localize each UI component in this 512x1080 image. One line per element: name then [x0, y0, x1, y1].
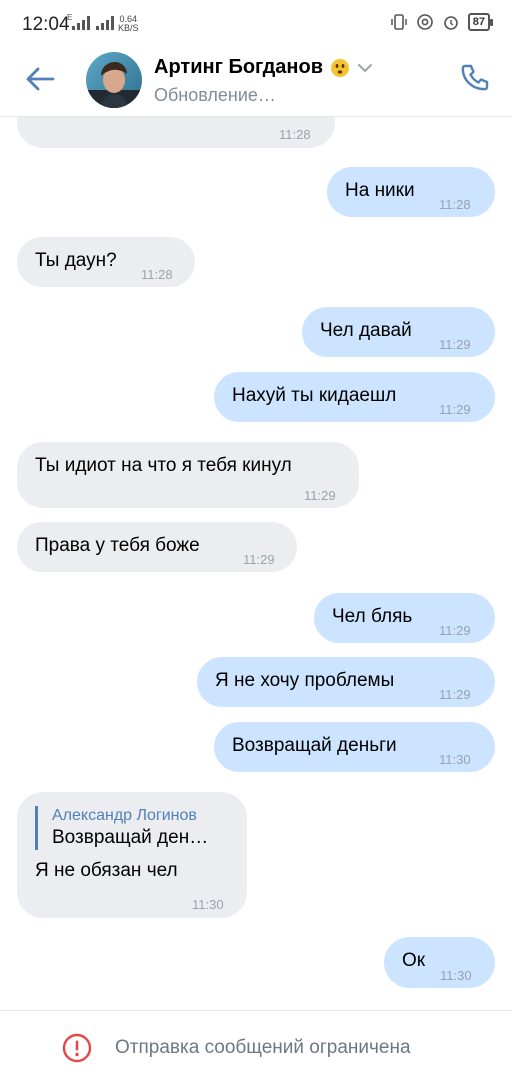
message-bubble-outgoing[interactable]: Ок 11:30: [384, 937, 495, 988]
message-time: 11:30: [439, 752, 471, 767]
message-bubble-incoming[interactable]: Ты даун? 11:28: [17, 237, 195, 287]
message-time: 11:29: [439, 402, 471, 417]
exclamation-circle-icon: [62, 1033, 92, 1063]
message-time: 11:29: [243, 552, 275, 567]
message-text: Чел бляь: [332, 606, 413, 627]
message-time: 11:30: [192, 897, 224, 912]
message-feed[interactable]: 11:28 На ники 11:28 Ты даун? 11:28 Чел д…: [0, 117, 512, 1010]
contact-name: Артинг Богданов: [154, 56, 324, 78]
vibrate-icon: [390, 13, 408, 31]
message-text: Возвращай деньги: [232, 735, 397, 756]
signal-icon: [96, 16, 114, 30]
message-text: Я не обязан чел: [35, 860, 178, 881]
message-bubble-outgoing[interactable]: На ники 11:28: [327, 167, 495, 217]
status-time: 12:04: [22, 14, 70, 35]
message-text: Ты даун?: [35, 250, 117, 271]
battery-icon: 87: [467, 13, 494, 31]
message-bubble-outgoing[interactable]: Возвращай деньги 11:30: [214, 722, 495, 772]
message-time: 11:28: [439, 197, 471, 212]
message-bubble-outgoing[interactable]: Чел бляь 11:29: [314, 593, 495, 643]
back-arrow-icon: [26, 67, 55, 91]
message-text: Права у тебя боже: [35, 535, 200, 556]
message-bubble-incoming[interactable]: Ты идиот на что я тебя кинул 11:29: [17, 442, 359, 508]
message-time: 11:30: [440, 968, 472, 983]
message-bubble-incoming[interactable]: Права у тебя боже 11:29: [17, 522, 297, 572]
avatar[interactable]: [86, 52, 142, 108]
message-text: Ок: [402, 950, 426, 971]
phone-icon: [461, 64, 489, 91]
call-button[interactable]: [456, 60, 492, 96]
chat-header: Артинг Богданов Обновление…: [0, 50, 512, 117]
emoji-icon: [331, 58, 350, 77]
network-speed-unit: KB/S: [118, 23, 139, 33]
restriction-notice: Отправка сообщений ограничена: [115, 1037, 411, 1058]
message-bubble-incoming[interactable]: Александр Логинов Возвращай ден… Я не об…: [17, 792, 247, 918]
signal-icon: [72, 16, 90, 30]
alarm-icon: [442, 13, 460, 31]
message-text: На ники: [345, 180, 415, 201]
message-bubble-outgoing[interactable]: Нахуй ты кидаешл 11:29: [214, 372, 495, 422]
network-speed: 0.64 KB/S: [118, 15, 139, 33]
contact-name-row[interactable]: Артинг Богданов: [154, 56, 373, 79]
contact-status: Обновление…: [154, 85, 276, 105]
message-bubble-incoming[interactable]: 11:28: [17, 117, 335, 148]
message-restriction-bar: Отправка сообщений ограничена: [0, 1010, 512, 1080]
message-time: 11:28: [141, 267, 173, 282]
message-time: 11:29: [439, 687, 471, 702]
message-time: 11:29: [439, 623, 471, 638]
message-text: Ты идиот на что я тебя кинул: [35, 455, 292, 476]
message-time: 11:29: [304, 488, 336, 503]
message-time: 11:28: [279, 127, 311, 142]
back-button[interactable]: [22, 64, 58, 94]
at-sign-icon: [416, 13, 434, 31]
quoted-reply[interactable]: Александр Логинов Возвращай ден…: [35, 806, 231, 850]
message-bubble-outgoing[interactable]: Чел давай 11:29: [302, 307, 495, 357]
message-text: Нахуй ты кидаешл: [232, 385, 397, 406]
message-time: 11:29: [439, 337, 471, 352]
reply-text: Возвращай ден…: [52, 827, 209, 848]
message-text: Чел давай: [320, 320, 412, 341]
status-bar: 12:04 E 0.64 KB/S 87: [0, 0, 512, 50]
message-bubble-outgoing[interactable]: Я не хочу проблемы 11:29: [197, 657, 495, 707]
chevron-down-icon: [358, 63, 373, 72]
reply-author: Александр Логинов: [52, 807, 197, 824]
message-text: Я не хочу проблемы: [215, 670, 395, 691]
